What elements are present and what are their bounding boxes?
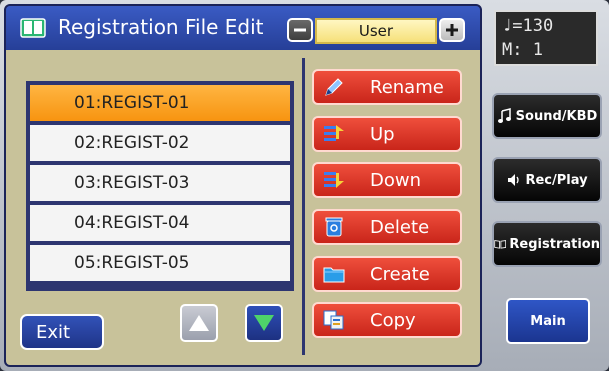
mode-increment-button[interactable] [439,18,465,42]
rename-button[interactable]: Rename [312,69,462,105]
scroll-down-button[interactable] [245,304,283,342]
move-down-button[interactable]: Down [312,162,462,198]
folder-icon [323,267,345,283]
right-panel: ♩=130 M: 1 Sound/KBD Rec/Play Registrati… [484,0,609,371]
device-frame: Registration File Edit User 01:REGIST-01… [0,0,609,371]
rec-play-button[interactable]: Rec/Play [492,157,602,203]
scroll-up-button[interactable] [180,304,218,342]
arrow-down-icon [254,315,274,331]
move-up-icon [324,125,344,141]
list-item[interactable]: 02:REGIST-02 [30,125,290,161]
copy-label: Copy [370,309,416,331]
book-icon [20,18,46,38]
panel-divider [302,58,305,355]
create-label: Create [370,263,430,285]
rename-label: Rename [370,76,444,98]
content-panel: 01:REGIST-01 02:REGIST-02 03:REGIST-03 0… [6,50,480,365]
speaker-icon [508,174,520,186]
pencil-icon [325,78,343,96]
delete-label: Delete [370,216,430,238]
move-up-label: Up [370,123,395,145]
arrow-up-icon [189,315,209,331]
touch-screen: Registration File Edit User 01:REGIST-01… [4,4,482,367]
copy-button[interactable]: Copy [312,302,462,338]
create-button[interactable]: Create [312,256,462,292]
trash-icon [325,217,343,237]
sound-kbd-button[interactable]: Sound/KBD [492,93,602,139]
tempo-readout: ♩=130 [502,16,554,36]
list-item[interactable]: 04:REGIST-04 [30,205,290,241]
measure-readout: M: 1 [502,40,543,60]
move-down-icon [324,172,344,188]
mode-decrement-button[interactable] [287,18,313,42]
music-note-icon [497,108,511,123]
sound-kbd-label: Sound/KBD [515,108,598,124]
list-item[interactable]: 01:REGIST-01 [30,85,290,121]
rec-play-label: Rec/Play [525,172,588,188]
delete-button[interactable]: Delete [312,209,462,245]
plus-icon [446,24,458,36]
main-button[interactable]: Main [506,298,590,344]
exit-button[interactable]: Exit [20,314,104,350]
tempo-display: ♩=130 M: 1 [494,10,598,66]
move-down-label: Down [370,169,422,191]
registration-button[interactable]: Registration [492,221,602,267]
move-up-button[interactable]: Up [312,116,462,152]
list-item[interactable]: 03:REGIST-03 [30,165,290,201]
minus-icon [294,28,306,32]
page-title: Registration File Edit [58,15,264,39]
title-bar: Registration File Edit User [6,6,480,50]
copy-icon [323,310,344,330]
open-book-icon [494,240,507,249]
list-item[interactable]: 05:REGIST-05 [30,245,290,281]
mode-selector-value: User [315,18,437,44]
registration-label: Registration [509,236,600,252]
registration-file-list: 01:REGIST-01 02:REGIST-02 03:REGIST-03 0… [26,81,294,291]
